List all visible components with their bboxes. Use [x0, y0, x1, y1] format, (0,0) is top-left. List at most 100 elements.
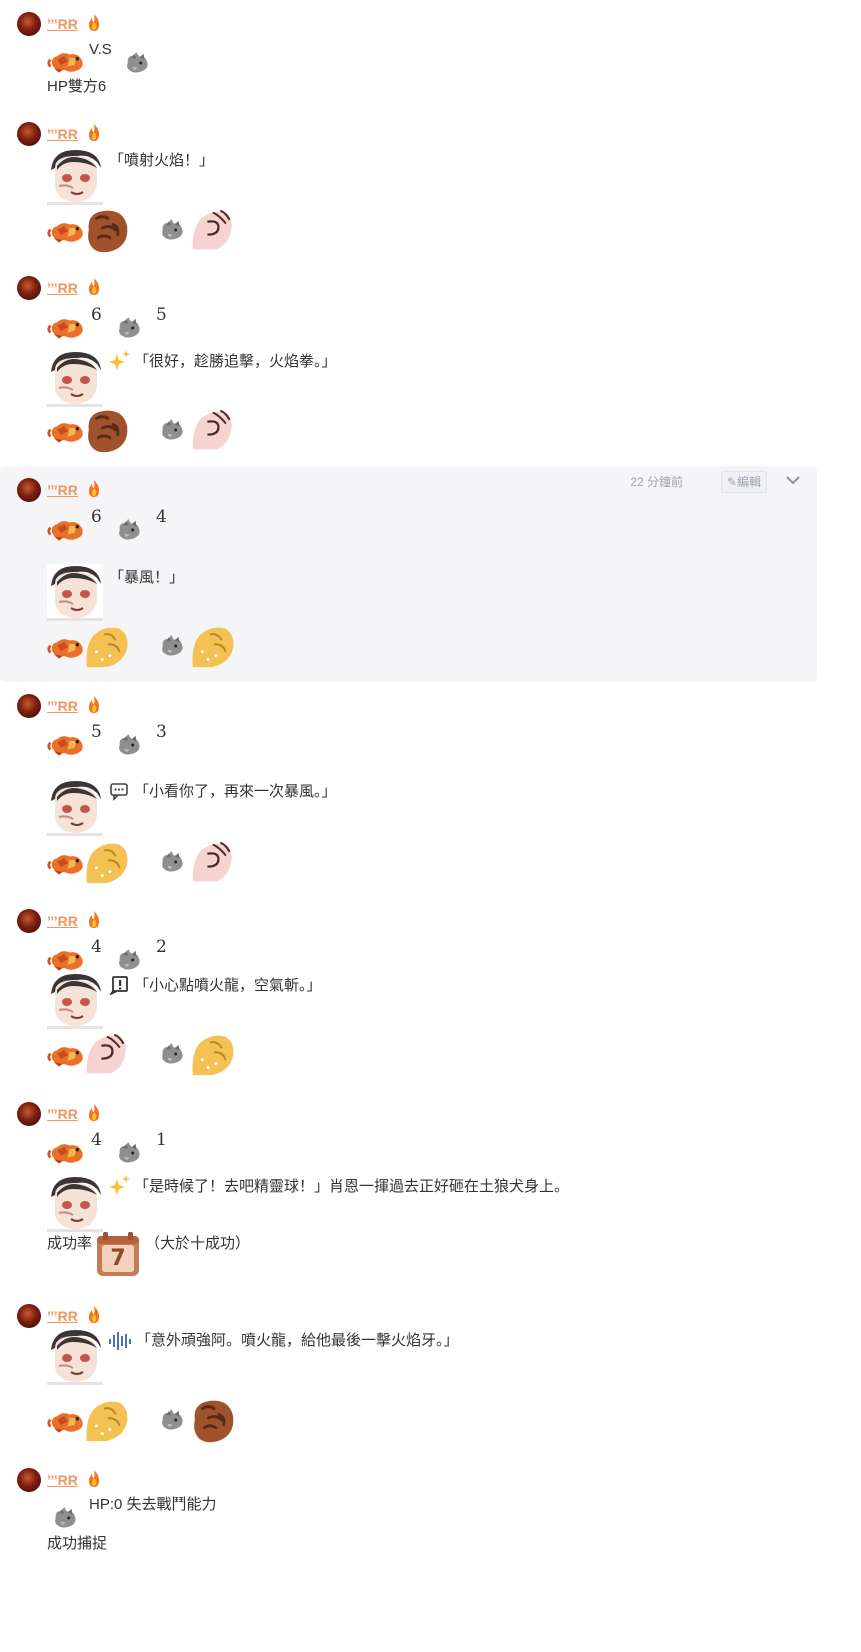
paper-hand-icon — [189, 407, 235, 453]
speech-bubble-icon — [109, 781, 129, 801]
user-avatar[interactable] — [17, 1102, 41, 1126]
rockruff-sprite — [158, 633, 186, 659]
rockruff-sprite — [158, 417, 186, 443]
chevron-down-icon[interactable] — [785, 472, 801, 488]
user-avatar[interactable] — [17, 694, 41, 718]
charizard-sprite — [47, 1138, 85, 1165]
charizard-hp: 6 — [91, 507, 102, 527]
fire-icon — [87, 278, 101, 296]
rockruff-hp: 2 — [156, 937, 167, 957]
battle-quote: 「暴風！」 — [109, 569, 185, 586]
post: ’’’RR HP:0 失去戰鬥能力 成功捕捉 — [0, 1456, 861, 1652]
user-avatar[interactable] — [17, 276, 41, 300]
username[interactable]: ’’’RR — [47, 15, 78, 33]
scissors-hand-icon — [189, 623, 237, 671]
edit-label: 編輯 — [736, 475, 761, 489]
charizard-sprite — [47, 1041, 85, 1068]
voice-wave-icon — [108, 1331, 132, 1351]
hp-status-text: HP:0 失去戰鬥能力 — [89, 1496, 217, 1513]
charizard-sprite — [47, 1407, 85, 1434]
post: ’’’RR 5 3 「小看你了，再來一次暴風。」 — [0, 682, 861, 897]
post: ’’’RR 4 2 「小心點噴火龍，空氣斬。」 — [0, 897, 861, 1090]
post-hovered: ’’’RR 22 分鐘前 ✎編輯 6 4 「暴風！」 — [0, 466, 817, 682]
paper-hand-icon — [83, 1031, 129, 1077]
charizard-sprite — [47, 730, 85, 757]
battle-quote: 「小看你了，再來一次暴風。」 — [134, 783, 337, 800]
battle-quote: 「是時候了！去吧精靈球！」肖恩一揮過去正好砸在土狼犬身上。 — [134, 1178, 570, 1195]
rockruff-sprite — [158, 849, 186, 875]
charizard-sprite — [47, 417, 85, 444]
rock-hand-icon — [83, 207, 131, 255]
fire-icon — [87, 1470, 101, 1488]
scissors-hand-icon — [83, 623, 131, 671]
fire-icon — [87, 14, 101, 32]
capture-result: 成功捕捉 — [47, 1535, 108, 1552]
charizard-sprite — [47, 633, 85, 660]
paper-hand-icon — [189, 207, 235, 253]
username[interactable]: ’’’RR — [47, 279, 78, 297]
edit-button[interactable]: ✎編輯 — [720, 471, 767, 493]
rockruff-sprite — [158, 1407, 186, 1433]
user-avatar[interactable] — [17, 12, 41, 36]
charizard-hp: 4 — [91, 937, 102, 957]
rockruff-hp: 1 — [156, 1130, 167, 1150]
charizard-sprite — [47, 849, 85, 876]
fire-icon — [87, 1306, 101, 1324]
hp-text: HP雙方6 — [47, 78, 107, 95]
trainer-portrait — [47, 564, 103, 621]
username[interactable]: ’’’RR — [47, 125, 78, 143]
username[interactable]: ’’’RR — [47, 481, 78, 499]
fire-icon — [87, 124, 101, 142]
sparkle-icon — [109, 350, 131, 372]
rockruff-sprite — [158, 217, 186, 243]
user-avatar[interactable] — [17, 1304, 41, 1328]
rockruff-sprite — [115, 1140, 143, 1166]
username[interactable]: ’’’RR — [47, 1307, 78, 1325]
scissors-hand-icon — [189, 1031, 237, 1079]
username[interactable]: ’’’RR — [47, 1105, 78, 1123]
charizard-sprite — [47, 313, 85, 340]
username[interactable]: ’’’RR — [47, 1471, 78, 1489]
trainer-portrait — [47, 350, 103, 407]
trainer-portrait — [47, 148, 103, 205]
username[interactable]: ’’’RR — [47, 912, 78, 930]
dice-result: 7 — [95, 1230, 141, 1278]
charizard-hp: 5 — [91, 722, 102, 742]
rockruff-hp: 5 — [156, 305, 167, 325]
rockruff-sprite — [123, 50, 151, 76]
rock-hand-icon — [189, 1397, 237, 1445]
success-condition: （大於十成功） — [145, 1235, 251, 1252]
battle-quote: 「小心點噴火龍，空氣斬。」 — [134, 977, 322, 994]
charizard-hp: 6 — [91, 305, 102, 325]
rockruff-sprite — [115, 947, 143, 973]
dice-value: 7 — [110, 1246, 126, 1271]
fire-icon — [87, 696, 101, 714]
user-avatar[interactable] — [17, 478, 41, 502]
rock-hand-icon — [83, 407, 131, 455]
rockruff-sprite — [158, 1041, 186, 1067]
rockruff-sprite — [51, 1505, 79, 1531]
post: ’’’RR 6 5 「很好，趁勝追擊，火焰拳。」 — [0, 265, 861, 465]
charizard-sprite — [47, 515, 85, 542]
trainer-portrait — [47, 972, 103, 1029]
rockruff-sprite — [115, 732, 143, 758]
rockruff-sprite — [115, 517, 143, 543]
user-avatar[interactable] — [17, 909, 41, 933]
scissors-hand-icon — [83, 839, 131, 887]
trainer-portrait — [47, 1328, 103, 1385]
post: ’’’RR 4 1 「是時候了！去吧精靈球！」肖恩一揮過去正好砸在土狼犬身上。 … — [0, 1090, 861, 1292]
fire-icon — [87, 480, 101, 498]
scissors-hand-icon — [83, 1397, 131, 1445]
battle-quote: 「噴射火焰！」 — [109, 152, 215, 169]
charizard-sprite — [47, 217, 85, 244]
rockruff-sprite — [115, 315, 143, 341]
vs-text: V.S — [89, 41, 112, 58]
success-rate-label: 成功率 — [47, 1235, 93, 1252]
username[interactable]: ’’’RR — [47, 697, 78, 715]
post: ’’’RR 「噴射火焰！」 — [0, 110, 861, 265]
rockruff-hp: 4 — [156, 507, 167, 527]
fire-icon — [87, 1104, 101, 1122]
edit-icon: ✎ — [726, 475, 737, 489]
user-avatar[interactable] — [17, 1468, 41, 1492]
user-avatar[interactable] — [17, 122, 41, 146]
